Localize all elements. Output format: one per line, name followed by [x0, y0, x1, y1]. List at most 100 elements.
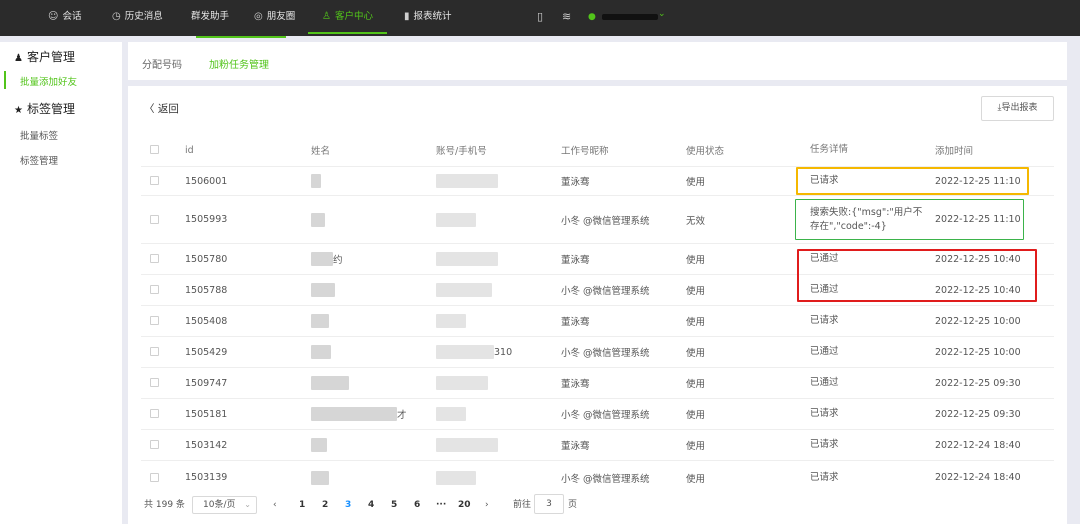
account-visible-fragment: 310 — [494, 346, 513, 358]
cell-id: 1509747 — [185, 377, 228, 389]
table-row[interactable]: 1505788 小冬 @微信管理系统 使用 已通过 2022-12-25 10:40 — [141, 274, 1054, 305]
row-checkbox[interactable] — [150, 214, 159, 224]
prev-page-button[interactable]: ‹ — [273, 496, 277, 514]
page-button[interactable]: 4 — [368, 496, 374, 514]
redacted-name — [311, 438, 327, 452]
cell-task-detail: 搜索失败:{"msg":"用户不存在","code":-4} — [810, 206, 923, 232]
moments-icon: ◎ — [254, 11, 263, 22]
top-nav-bar: ☺ 会话 ◷ 历史消息 群发助手 ◎ 朋友圈 ♙ 客户中心 ▮ 报表统计 ▯ ≋ ● ⌄ — [0, 0, 1080, 36]
tab-fan-task-management[interactable]: 加粉任务管理 — [209, 56, 269, 71]
goto-page-input[interactable] — [534, 494, 564, 514]
cell-work-name: 董泳骞 — [561, 379, 590, 390]
row-checkbox[interactable] — [150, 440, 159, 449]
sidebar-group-tags[interactable]: ★ 标签管理 — [14, 100, 75, 117]
table-row[interactable]: 1509747 董泳骞 使用 已通过 2022-12-25 09:30 — [141, 367, 1054, 398]
redacted-name — [311, 283, 335, 297]
redacted-account — [436, 283, 492, 297]
page-button[interactable]: 6 — [414, 496, 420, 514]
back-link[interactable]: 〈 返回 — [144, 101, 179, 116]
database-icon[interactable]: ≋ — [562, 10, 571, 23]
nav-item-label: 会话 — [62, 11, 82, 22]
redacted-account — [436, 314, 466, 328]
sidebar-group-label: 标签管理 — [26, 102, 75, 116]
page-button[interactable]: 1 — [299, 496, 305, 514]
cell-name — [311, 430, 327, 460]
page-size-select[interactable]: 10条/页 ⌄ — [192, 496, 257, 514]
cell-name — [311, 306, 329, 336]
select-all-checkbox[interactable] — [150, 145, 159, 154]
table-row[interactable]: 1505993 小冬 @微信管理系统 无效 搜索失败:{"msg":"用户不存在","… — [141, 195, 1054, 243]
cell-id: 1505788 — [185, 284, 228, 296]
page-size-value: 10条/页 — [203, 500, 236, 510]
cell-work-name: 董泳骞 — [561, 255, 590, 266]
book-icon[interactable]: ▯ — [537, 10, 543, 23]
cell-task-detail: 已通过 — [810, 253, 839, 264]
table-row[interactable]: 1505181 才 小冬 @微信管理系统 使用 已请求 2022-12-25 09:30 — [141, 398, 1054, 429]
cell-account — [436, 430, 498, 460]
cell-account: 310 — [436, 337, 512, 367]
page-button[interactable]: 5 — [391, 496, 397, 514]
sidebar-item-batch-tags[interactable]: 批量标签 — [20, 128, 58, 142]
next-page-button[interactable]: › — [485, 496, 489, 514]
cell-add-time: 2022-12-25 11:10 — [935, 214, 1021, 225]
table-row[interactable]: 1503139 小冬 @微信管理系统 使用 已请求 2022-12-24 18:40 — [141, 460, 1054, 494]
nav-item-customer-center[interactable]: ♙ 客户中心 — [308, 0, 387, 36]
page-button-current[interactable]: 3 — [345, 496, 351, 514]
cell-add-time: 2022-12-25 10:00 — [935, 346, 1021, 358]
clock-icon: ◷ — [112, 11, 121, 22]
user-avatar-icon[interactable]: ● — [588, 12, 596, 22]
cell-status: 使用 — [686, 379, 706, 390]
nav-item-reports[interactable]: ▮ 报表统计 — [404, 0, 452, 36]
tab-active-underline — [196, 36, 286, 38]
row-checkbox[interactable] — [150, 472, 159, 482]
table-row[interactable]: 1505408 董泳骞 使用 已请求 2022-12-25 10:00 — [141, 305, 1054, 336]
row-checkbox[interactable] — [150, 378, 159, 387]
cell-account — [436, 167, 498, 195]
nav-item-chat[interactable]: ☺ 会话 — [48, 0, 81, 36]
nav-item-broadcast[interactable]: 群发助手 — [191, 0, 229, 36]
redacted-account — [436, 438, 498, 452]
cell-add-time: 2022-12-25 10:00 — [935, 315, 1021, 327]
cell-id: 1505181 — [185, 408, 228, 420]
table-row[interactable]: 1505429 310 小冬 @微信管理系统 使用 已通过 2022-12-25 10:0… — [141, 336, 1054, 367]
cell-add-time: 2022-12-25 10:40 — [935, 253, 1021, 265]
row-checkbox[interactable] — [150, 176, 159, 185]
redacted-name — [311, 252, 333, 266]
table-row[interactable]: 1505780 约 董泳骞 使用 已通过 2022-12-25 10:40 — [141, 243, 1054, 274]
cell-add-time: 2022-12-25 09:30 — [935, 408, 1021, 420]
header-status: 使用状态 — [686, 146, 725, 157]
cell-work-name: 小冬 @微信管理系统 — [561, 410, 650, 421]
redacted-account — [436, 376, 488, 390]
sidebar-group-customer[interactable]: ♟ 客户管理 — [14, 48, 75, 65]
row-checkbox[interactable] — [150, 316, 159, 325]
tab-assign-numbers[interactable]: 分配号码 — [142, 56, 182, 71]
cell-add-time: 2022-12-25 11:10 — [935, 175, 1021, 187]
nav-item-label: 历史消息 — [124, 11, 163, 22]
row-checkbox[interactable] — [150, 254, 159, 263]
redacted-name — [311, 407, 397, 421]
page-button-last[interactable]: 20 — [458, 496, 471, 514]
row-checkbox[interactable] — [150, 285, 159, 294]
cell-id: 1503142 — [185, 439, 228, 451]
tabs-card: 分配号码 加粉任务管理 — [128, 42, 1067, 80]
table-row[interactable]: 1506001 董泳骞 使用 已请求 2022-12-25 11:10 — [141, 166, 1054, 195]
row-checkbox[interactable] — [150, 409, 159, 418]
export-report-button[interactable]: ⤓导出报表 — [981, 96, 1054, 121]
nav-item-history[interactable]: ◷ 历史消息 — [112, 0, 163, 36]
nav-item-moments[interactable]: ◎ 朋友圈 — [254, 0, 295, 36]
redacted-account — [436, 407, 466, 421]
cell-name — [311, 275, 335, 305]
cell-status: 使用 — [686, 177, 706, 188]
redacted-name — [311, 345, 331, 359]
cell-id: 1503139 — [185, 472, 228, 483]
redacted-name — [311, 376, 349, 390]
sidebar-item-batch-add-friends[interactable]: 批量添加好友 — [20, 74, 77, 88]
chevron-down-icon[interactable]: ⌄ — [658, 9, 666, 19]
table-row[interactable]: 1503142 董泳骞 使用 已请求 2022-12-24 18:40 — [141, 429, 1054, 460]
more-pages-button[interactable]: ··· — [436, 496, 446, 514]
redacted-name — [311, 212, 325, 227]
sidebar-item-tag-management[interactable]: 标签管理 — [20, 153, 58, 167]
page-button[interactable]: 2 — [322, 496, 328, 514]
header-account: 账号/手机号 — [436, 146, 487, 157]
row-checkbox[interactable] — [150, 347, 159, 356]
